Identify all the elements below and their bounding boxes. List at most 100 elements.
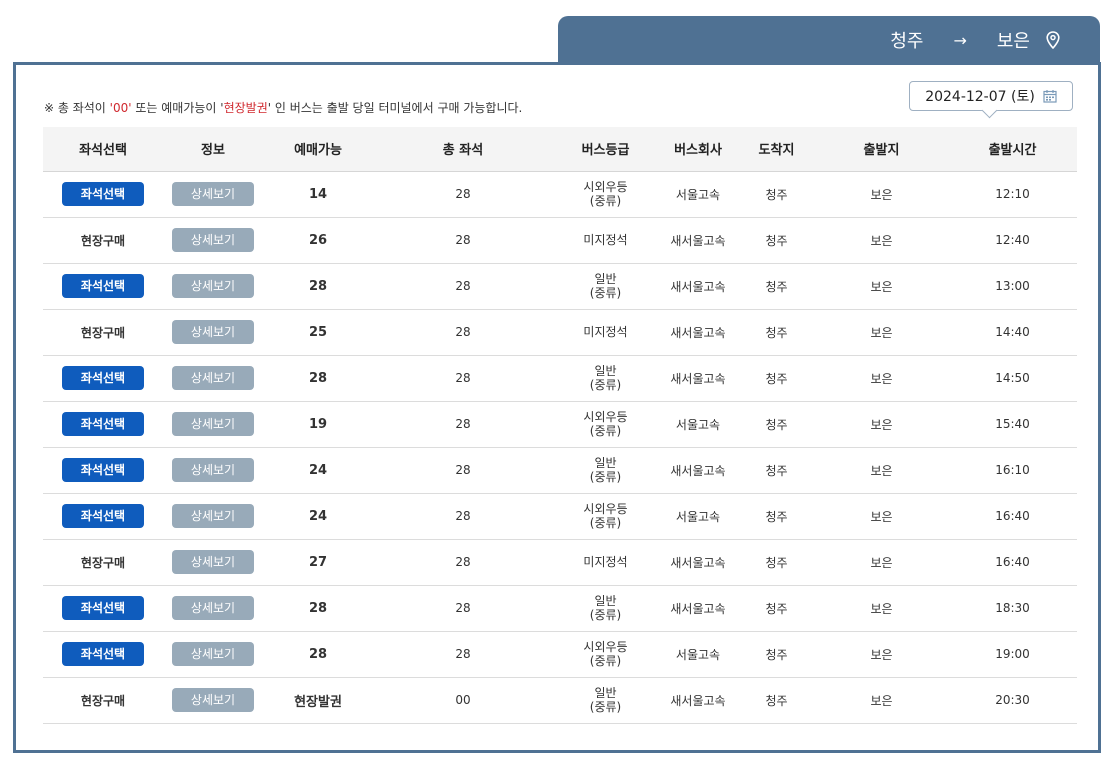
header-bus-grade: 버스등급: [553, 127, 658, 172]
cell-departure-time: 16:40: [948, 539, 1077, 586]
cell-info: 상세보기: [163, 447, 263, 494]
detail-button[interactable]: 상세보기: [172, 274, 254, 298]
bus-grade-sub: (중류): [589, 700, 622, 714]
detail-button[interactable]: 상세보기: [172, 182, 254, 206]
route-origin: 보은: [996, 31, 1030, 52]
onsite-purchase-label: 현장구매: [80, 693, 126, 708]
cell-departure: 보은: [815, 585, 948, 632]
route-arrow-icon: →: [953, 30, 967, 50]
cell-arrival: 청주: [738, 447, 815, 494]
seat-select-button[interactable]: 좌석선택: [62, 642, 144, 666]
header-departure-time: 출발시간: [948, 127, 1077, 172]
cell-departure: 보은: [815, 447, 948, 494]
cell-total-seats: 28: [373, 493, 553, 540]
cell-bus-grade: 일반 (중류): [553, 263, 658, 310]
cell-action: 현장구매: [43, 539, 163, 586]
cell-total-seats: 28: [373, 585, 553, 632]
cell-bus-company: 새서울고속: [658, 217, 738, 264]
cell-info: 상세보기: [163, 585, 263, 632]
table-row: 좌석선택 상세보기 14 28 시외우등 (중류) 서울고속 청주 보은 12:10: [43, 171, 1077, 218]
cell-bus-grade: 미지정석: [553, 217, 658, 264]
cell-info: 상세보기: [163, 309, 263, 356]
route-destination: 청주: [890, 31, 924, 52]
bus-grade-name: 일반: [594, 272, 617, 286]
cell-arrival: 청주: [738, 539, 815, 586]
cell-info: 상세보기: [163, 677, 263, 724]
header-info: 정보: [163, 127, 263, 172]
detail-button[interactable]: 상세보기: [172, 550, 254, 574]
header-total-seats: 총 좌석: [373, 127, 553, 172]
detail-button[interactable]: 상세보기: [172, 366, 254, 390]
bus-grade-name: 일반: [594, 686, 617, 700]
cell-bus-grade: 미지정석: [553, 539, 658, 586]
detail-button[interactable]: 상세보기: [172, 642, 254, 666]
detail-button[interactable]: 상세보기: [172, 688, 254, 712]
table-header: 좌석선택 정보 예매가능 총 좌석 버스등급 버스회사 도착지 출발지 출발시간: [43, 127, 1077, 172]
cell-bus-grade: 일반 (중류): [553, 355, 658, 402]
cell-arrival: 청주: [738, 631, 815, 678]
detail-button[interactable]: 상세보기: [172, 596, 254, 620]
cell-available: 19: [263, 401, 373, 448]
detail-button[interactable]: 상세보기: [172, 458, 254, 482]
bus-grade-sub: (중류): [589, 286, 622, 300]
seat-select-button[interactable]: 좌석선택: [62, 274, 144, 298]
cell-bus-company: 새서울고속: [658, 447, 738, 494]
detail-button[interactable]: 상세보기: [172, 228, 254, 252]
table-row: 좌석선택 상세보기 19 28 시외우등 (중류) 서울고속 청주 보은 15:40: [43, 401, 1077, 448]
cell-action: 좌석선택: [43, 355, 163, 402]
cell-bus-company: 새서울고속: [658, 309, 738, 356]
cell-departure: 보은: [815, 401, 948, 448]
cell-info: 상세보기: [163, 263, 263, 310]
cell-total-seats: 28: [373, 355, 553, 402]
cell-departure: 보은: [815, 171, 948, 218]
bus-grade-name: 일반: [594, 364, 617, 378]
header-seat-select: 좌석선택: [43, 127, 163, 172]
cell-departure: 보은: [815, 677, 948, 724]
route-header: 청주 → 보은: [558, 16, 1100, 64]
cell-departure: 보은: [815, 309, 948, 356]
cell-departure-time: 16:10: [948, 447, 1077, 494]
bus-grade-sub: (중류): [589, 194, 622, 208]
date-selector[interactable]: 2024-12-07 (토): [909, 81, 1073, 111]
bus-grade-sub: (중류): [589, 654, 622, 668]
cell-bus-company: 서울고속: [658, 171, 738, 218]
cell-departure-time: 16:40: [948, 493, 1077, 540]
cell-available: 24: [263, 493, 373, 540]
detail-button[interactable]: 상세보기: [172, 320, 254, 344]
cell-arrival: 청주: [738, 585, 815, 632]
cell-departure-time: 13:00: [948, 263, 1077, 310]
cell-info: 상세보기: [163, 493, 263, 540]
cell-departure: 보은: [815, 631, 948, 678]
cell-bus-company: 새서울고속: [658, 263, 738, 310]
table-row: 좌석선택 상세보기 24 28 일반 (중류) 새서울고속 청주 보은 16:10: [43, 447, 1077, 494]
bus-grade-sub: (중류): [589, 608, 622, 622]
seat-select-button[interactable]: 좌석선택: [62, 412, 144, 436]
detail-button[interactable]: 상세보기: [172, 504, 254, 528]
cell-info: 상세보기: [163, 171, 263, 218]
cell-bus-company: 새서울고속: [658, 677, 738, 724]
detail-button[interactable]: 상세보기: [172, 412, 254, 436]
cell-departure: 보은: [815, 217, 948, 264]
cell-bus-company: 새서울고속: [658, 355, 738, 402]
seat-select-button[interactable]: 좌석선택: [62, 366, 144, 390]
cell-total-seats: 28: [373, 539, 553, 586]
cell-total-seats: 28: [373, 263, 553, 310]
seat-select-button[interactable]: 좌석선택: [62, 596, 144, 620]
cell-action: 좌석선택: [43, 171, 163, 218]
cell-total-seats: 28: [373, 401, 553, 448]
cell-total-seats: 28: [373, 217, 553, 264]
cell-info: 상세보기: [163, 401, 263, 448]
cell-available: 14: [263, 171, 373, 218]
cell-bus-company: 서울고속: [658, 493, 738, 540]
cell-departure-time: 12:10: [948, 171, 1077, 218]
cell-action: 좌석선택: [43, 263, 163, 310]
seat-select-button[interactable]: 좌석선택: [62, 182, 144, 206]
cell-arrival: 청주: [738, 355, 815, 402]
seat-select-button[interactable]: 좌석선택: [62, 458, 144, 482]
cell-total-seats: 28: [373, 447, 553, 494]
calendar-icon: [1043, 89, 1057, 103]
seat-select-button[interactable]: 좌석선택: [62, 504, 144, 528]
cell-bus-grade: 시외우등 (중류): [553, 493, 658, 540]
cell-departure: 보은: [815, 493, 948, 540]
table-row: 현장구매 상세보기 현장발권 00 일반 (중류) 새서울고속 청주 보은 20:30: [43, 677, 1077, 724]
